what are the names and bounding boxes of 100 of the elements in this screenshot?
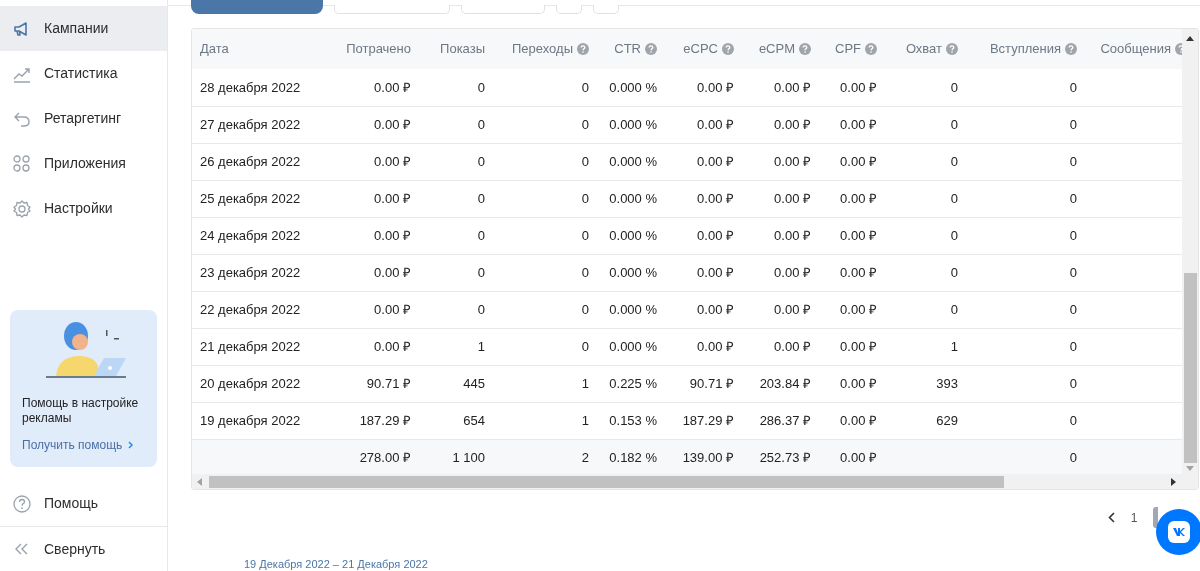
scroll-right-icon[interactable]: [1171, 477, 1176, 486]
table-cell-text: 0.00 ₽: [373, 263, 412, 282]
scroll-up-icon[interactable]: [1186, 36, 1194, 41]
table-cell-text: 0.00 ₽: [373, 78, 412, 97]
scrollbar-thumb[interactable]: [1183, 273, 1197, 463]
chat-logo-icon: [1168, 521, 1190, 543]
scrollbar-thumb[interactable]: [209, 475, 1004, 488]
table-cell-text: 0.000 %: [608, 78, 658, 97]
table-cell-text: 0.00 ₽: [696, 152, 735, 171]
table-cell-text: 27 декабря 2022: [199, 115, 302, 134]
table-cell-text: 0: [476, 189, 486, 208]
table-cell-text: 1: [949, 337, 959, 356]
page-button[interactable]: [1153, 507, 1158, 528]
help-icon[interactable]: [1065, 43, 1077, 55]
get-help-link[interactable]: Получить помощь: [22, 436, 145, 454]
table-cell-text: 22 декабря 2022: [199, 300, 302, 319]
table-cell-text: 0.000 %: [608, 189, 658, 208]
column-header: CPF: [835, 40, 861, 59]
table-cell-text: 0.000 %: [608, 152, 658, 171]
table-cell-text: 0: [580, 78, 590, 97]
chat-button[interactable]: [1156, 509, 1200, 555]
page-button[interactable]: 1: [1129, 507, 1139, 528]
help-icon[interactable]: [577, 43, 589, 55]
table-cell-text: 0: [580, 189, 590, 208]
table-cell-text: 0: [1068, 337, 1078, 356]
scroll-left-icon[interactable]: [197, 477, 202, 486]
toolbar-button[interactable]: [461, 5, 545, 14]
table-cell-text: 0.00 ₽: [373, 300, 412, 319]
sidebar-item[interactable]: Приложения: [0, 141, 167, 186]
table-cell-text: 393: [935, 374, 959, 393]
table-cell-text: 0.00 ₽: [696, 226, 735, 245]
table-cell-text: 0: [1068, 411, 1078, 430]
table-cell-text: 21 декабря 2022: [199, 337, 302, 356]
toolbar-button[interactable]: [334, 5, 450, 14]
column-header: Переходы: [512, 40, 573, 59]
help-icon[interactable]: [799, 43, 811, 55]
table-cell-text: 0: [580, 300, 590, 319]
table-cell-text: 1: [580, 411, 590, 430]
previous-page-icon[interactable]: [1108, 512, 1115, 523]
table-cell-text: 24 декабря 2022: [199, 226, 302, 245]
help-icon[interactable]: [645, 43, 657, 55]
vertical-scrollbar[interactable]: [1182, 29, 1198, 474]
settings-icon: [12, 198, 32, 219]
table-cell-text: 0.00 ₽: [839, 374, 878, 393]
table-cell-text: 0: [949, 189, 959, 208]
table-cell-text: 0.182 %: [608, 448, 658, 467]
help-text: Помощь в настройке рекламы: [22, 396, 140, 426]
table-cell-text: 28 декабря 2022: [199, 78, 302, 97]
table-cell-text: 0.00 ₽: [373, 152, 412, 171]
table-cell-text: 0: [1068, 115, 1078, 134]
table-cell-text: 203.84 ₽: [758, 374, 812, 393]
table-cell-text: 0.00 ₽: [373, 226, 412, 245]
table-cell-text: 0: [476, 152, 486, 171]
sidebar-item[interactable]: Помощь: [0, 481, 167, 526]
sidebar-item[interactable]: Статистика: [0, 51, 167, 96]
table-cell-text: 90.71 ₽: [365, 374, 412, 393]
table-cell-text: 0: [949, 115, 959, 134]
table-cell-text: 0.00 ₽: [839, 189, 878, 208]
table-cell-text: 1: [580, 374, 590, 393]
help-icon[interactable]: [865, 43, 877, 55]
table-cell-text: 0: [949, 300, 959, 319]
sidebar-item[interactable]: Кампании: [0, 6, 167, 51]
table-cell-text: 0.00 ₽: [839, 152, 878, 171]
table-cell-text: 0: [580, 152, 590, 171]
help-icon[interactable]: [946, 43, 958, 55]
table-cell-text: 26 декабря 2022: [199, 152, 302, 171]
toolbar-button[interactable]: [593, 5, 619, 14]
chevron-right-icon: [128, 441, 134, 449]
table-cell-text: 0.00 ₽: [773, 78, 812, 97]
sidebar-item[interactable]: Ретаргетинг: [0, 96, 167, 141]
sidebar-item[interactable]: Свернуть: [0, 526, 167, 571]
table-cell-text: 0.00 ₽: [696, 300, 735, 319]
horizontal-scrollbar[interactable]: [192, 474, 1198, 489]
sidebar-item[interactable]: Настройки: [0, 186, 167, 231]
table-cell-text: 0.00 ₽: [696, 337, 735, 356]
table-cell-text: 0.00 ₽: [773, 189, 812, 208]
table-cell-text: 0: [949, 263, 959, 282]
column-header: Показы: [440, 40, 485, 59]
table-cell-text: 629: [935, 411, 959, 430]
table-cell-text: 0.00 ₽: [373, 337, 412, 356]
table-cell-text: 0.000 %: [608, 263, 658, 282]
table-cell-text: 0: [1068, 263, 1078, 282]
scroll-down-icon[interactable]: [1186, 466, 1194, 471]
toolbar-button[interactable]: [556, 5, 582, 14]
table-cell-text: 0.00 ₽: [773, 263, 812, 282]
table-cell-text: 0: [1068, 189, 1078, 208]
table-cell-text: 0: [476, 263, 486, 282]
apps-grid-icon: [12, 153, 32, 174]
table-cell-text: 0: [1068, 374, 1078, 393]
table-cell-text: 278.00 ₽: [358, 448, 412, 467]
help-icon[interactable]: [722, 43, 734, 55]
column-header: Сообщения: [1100, 40, 1171, 59]
table-cell-text: 0: [949, 78, 959, 97]
table-cell-text: 187.29 ₽: [681, 411, 735, 430]
table-cell-text: 0.00 ₽: [773, 300, 812, 319]
primary-button[interactable]: [191, 0, 323, 14]
table-cell-text: 0.000 %: [608, 115, 658, 134]
table-cell-text: 0.00 ₽: [839, 300, 878, 319]
table-cell-text: 0.225 %: [608, 374, 658, 393]
table-cell-text: 0.00 ₽: [839, 448, 878, 467]
